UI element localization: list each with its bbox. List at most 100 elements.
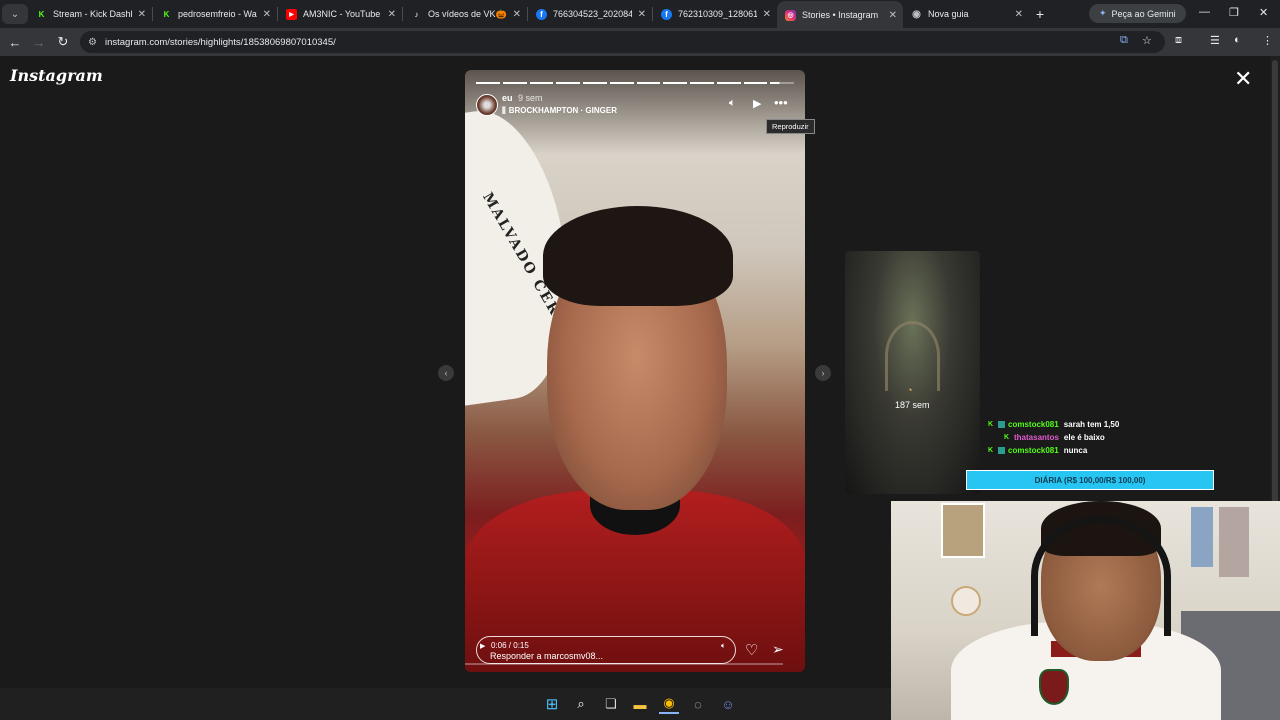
story-progress-bar [476,82,794,84]
shirt-crest [1039,669,1069,705]
stream-chat: K comstock081 sarah tem 1,50 K thatasant… [988,418,1119,457]
church-arch [885,321,940,391]
story-username[interactable]: eu [502,93,513,103]
story-progress-segment [502,82,527,84]
extensions-icon[interactable]: ⧈ [1175,34,1182,47]
story-progress-segment [476,82,500,84]
reply-input[interactable]: ▶ 0:06 / 0:15 Responder a marcosmv08... … [476,636,736,664]
send-icon[interactable]: ➢ [772,641,784,658]
close-icon[interactable]: ✕ [513,9,521,20]
tab-title: 766304523_20208438 [553,9,632,19]
tab-title: Stream - Kick Dashbo [53,9,132,19]
story-progress-segment [556,82,580,84]
site-info-icon[interactable]: ⚙ [88,37,97,48]
discord-icon[interactable]: ☺ [718,694,738,714]
tab-kick-dashboard[interactable]: K Stream - Kick Dashbo ✕ [28,1,152,27]
daily-goal-bar: DIÁRIA (R$ 100,00/R$ 100,00) [966,470,1214,490]
story-progress-segment [529,82,554,84]
wall-poster [1191,507,1213,567]
volume-icon[interactable]: 🔈︎ [721,641,726,651]
new-tab-button[interactable]: + [1029,6,1051,22]
story-music-attribution[interactable]: ⫼ BROCKHAMPTON · GINGER [502,106,617,116]
close-icon[interactable]: ✕ [138,9,146,20]
profile-avatar[interactable]: ◐ [1234,34,1241,46]
more-options-icon[interactable]: ••• [774,95,788,110]
chat-text: ele é baixo [1063,433,1105,442]
tab-title: AM3NIC - YouTube [303,9,381,19]
tab-new-tab[interactable]: ◉ Nova guia ✕ [903,1,1029,27]
tab-pedrosemfreio[interactable]: K pedrosemfreio - Watc ✕ [153,1,277,27]
reload-icon[interactable]: ↻ [51,34,75,50]
file-explorer-icon[interactable]: ▬ [630,694,650,714]
search-icon[interactable]: ⌕ [571,694,591,714]
kick-icon: K [38,9,45,19]
address-bar[interactable]: ⚙ instagram.com/stories/highlights/18538… [80,31,1165,53]
tab-strip: ⌄ K Stream - Kick Dashbo ✕ K pedrosemfre… [0,0,1280,29]
reading-list-icon[interactable]: ☰ [1210,34,1220,47]
like-heart-icon[interactable]: ♡ [745,641,758,659]
chrome-icon: ◉ [912,8,921,20]
previous-story-button[interactable]: ‹ [438,365,454,381]
kick-badge-icon: K [1004,434,1010,441]
story-timestamp: 9 sem [518,93,543,103]
instagram-logo[interactable]: Instagram [10,66,103,85]
chat-username: comstock081 [1008,446,1059,455]
facebook-icon: f [661,8,672,20]
restore-icon[interactable]: ❐ [1229,6,1239,19]
back-icon[interactable]: ← [3,35,27,50]
next-story-timestamp: 187 sem [895,400,930,410]
wall-poster [941,503,985,558]
close-icon[interactable]: ✕ [263,9,271,20]
ask-gemini-button[interactable]: ✦ Peça ao Gemini [1089,4,1186,23]
windows-taskbar [0,688,891,720]
translate-icon[interactable]: ⧉ [1120,34,1128,47]
close-icon[interactable]: ✕ [763,9,771,20]
chrome-icon[interactable]: ◉ [659,694,679,714]
music-title: BROCKHAMPTON · GINGER [508,106,617,115]
video-scrubber[interactable] [465,663,783,665]
headset [1031,516,1171,636]
close-icon[interactable]: ✕ [638,9,646,20]
tab-facebook-2[interactable]: f 762310309_12806194 ✕ [653,1,777,27]
gemini-sparkle-icon: ✦ [1099,8,1107,18]
tab-tiktok[interactable]: ♪ Os vídeos de VK🎃 (@ ✕ [403,1,527,27]
close-icon[interactable]: ✕ [388,9,396,20]
chat-text: nunca [1063,446,1088,455]
mute-icon[interactable]: 🔈︎ [729,97,736,110]
wall-clock [951,586,981,616]
next-story-button[interactable]: › [815,365,831,381]
story-progress-segment [663,82,687,84]
playback-time: 0:06 / 0:15 [491,641,529,650]
bookmark-star-icon[interactable]: ☆ [1142,34,1152,47]
chat-username: thatasantos [1014,433,1059,442]
music-bars-icon: ⫼ [502,106,506,115]
story-viewer[interactable]: MALVADO CERVEJ eu 9 sem ⫼ BROCKHAMPTON · … [465,70,805,672]
obs-icon[interactable]: ◌ [688,694,708,714]
kick-badge-icon: K [988,421,994,428]
window-close-icon[interactable]: ✕ [1259,6,1268,19]
close-stories-button[interactable]: ✕ [1234,68,1252,90]
play-tooltip: Reproduzir [766,119,815,134]
tab-youtube[interactable]: ▶ AM3NIC - YouTube ✕ [278,1,402,27]
tab-title: Nova guia [928,9,969,19]
minimize-icon[interactable]: — [1199,6,1210,18]
next-story-preview[interactable]: ◔ 187 sem [845,251,980,494]
tab-facebook-1[interactable]: f 766304523_20208438 ✕ [528,1,652,27]
kick-badge-icon: K [988,447,994,454]
more-menu-icon[interactable]: ⋮ [1262,34,1273,47]
forward-icon[interactable]: → [27,35,51,50]
close-icon[interactable]: ✕ [1015,9,1023,20]
webcam-overlay [891,501,1280,720]
close-icon[interactable]: ✕ [889,10,897,21]
play-icon[interactable]: ▶ [480,642,485,650]
tab-search-chevron-icon[interactable]: ⌄ [2,4,28,24]
windows-start-icon[interactable]: ⊞ [542,694,562,714]
task-view-icon[interactable]: ❏ [601,694,621,714]
play-icon[interactable]: ▶ [753,97,761,110]
story-progress-segment [770,82,794,84]
story-progress-segment [636,82,661,84]
subscriber-badge-icon [998,421,1005,428]
tab-instagram-stories[interactable]: ◎ Stories • Instagram ✕ [777,1,903,29]
avatar[interactable] [476,94,498,116]
chat-message: K thatasantos ele é baixo [988,431,1119,444]
